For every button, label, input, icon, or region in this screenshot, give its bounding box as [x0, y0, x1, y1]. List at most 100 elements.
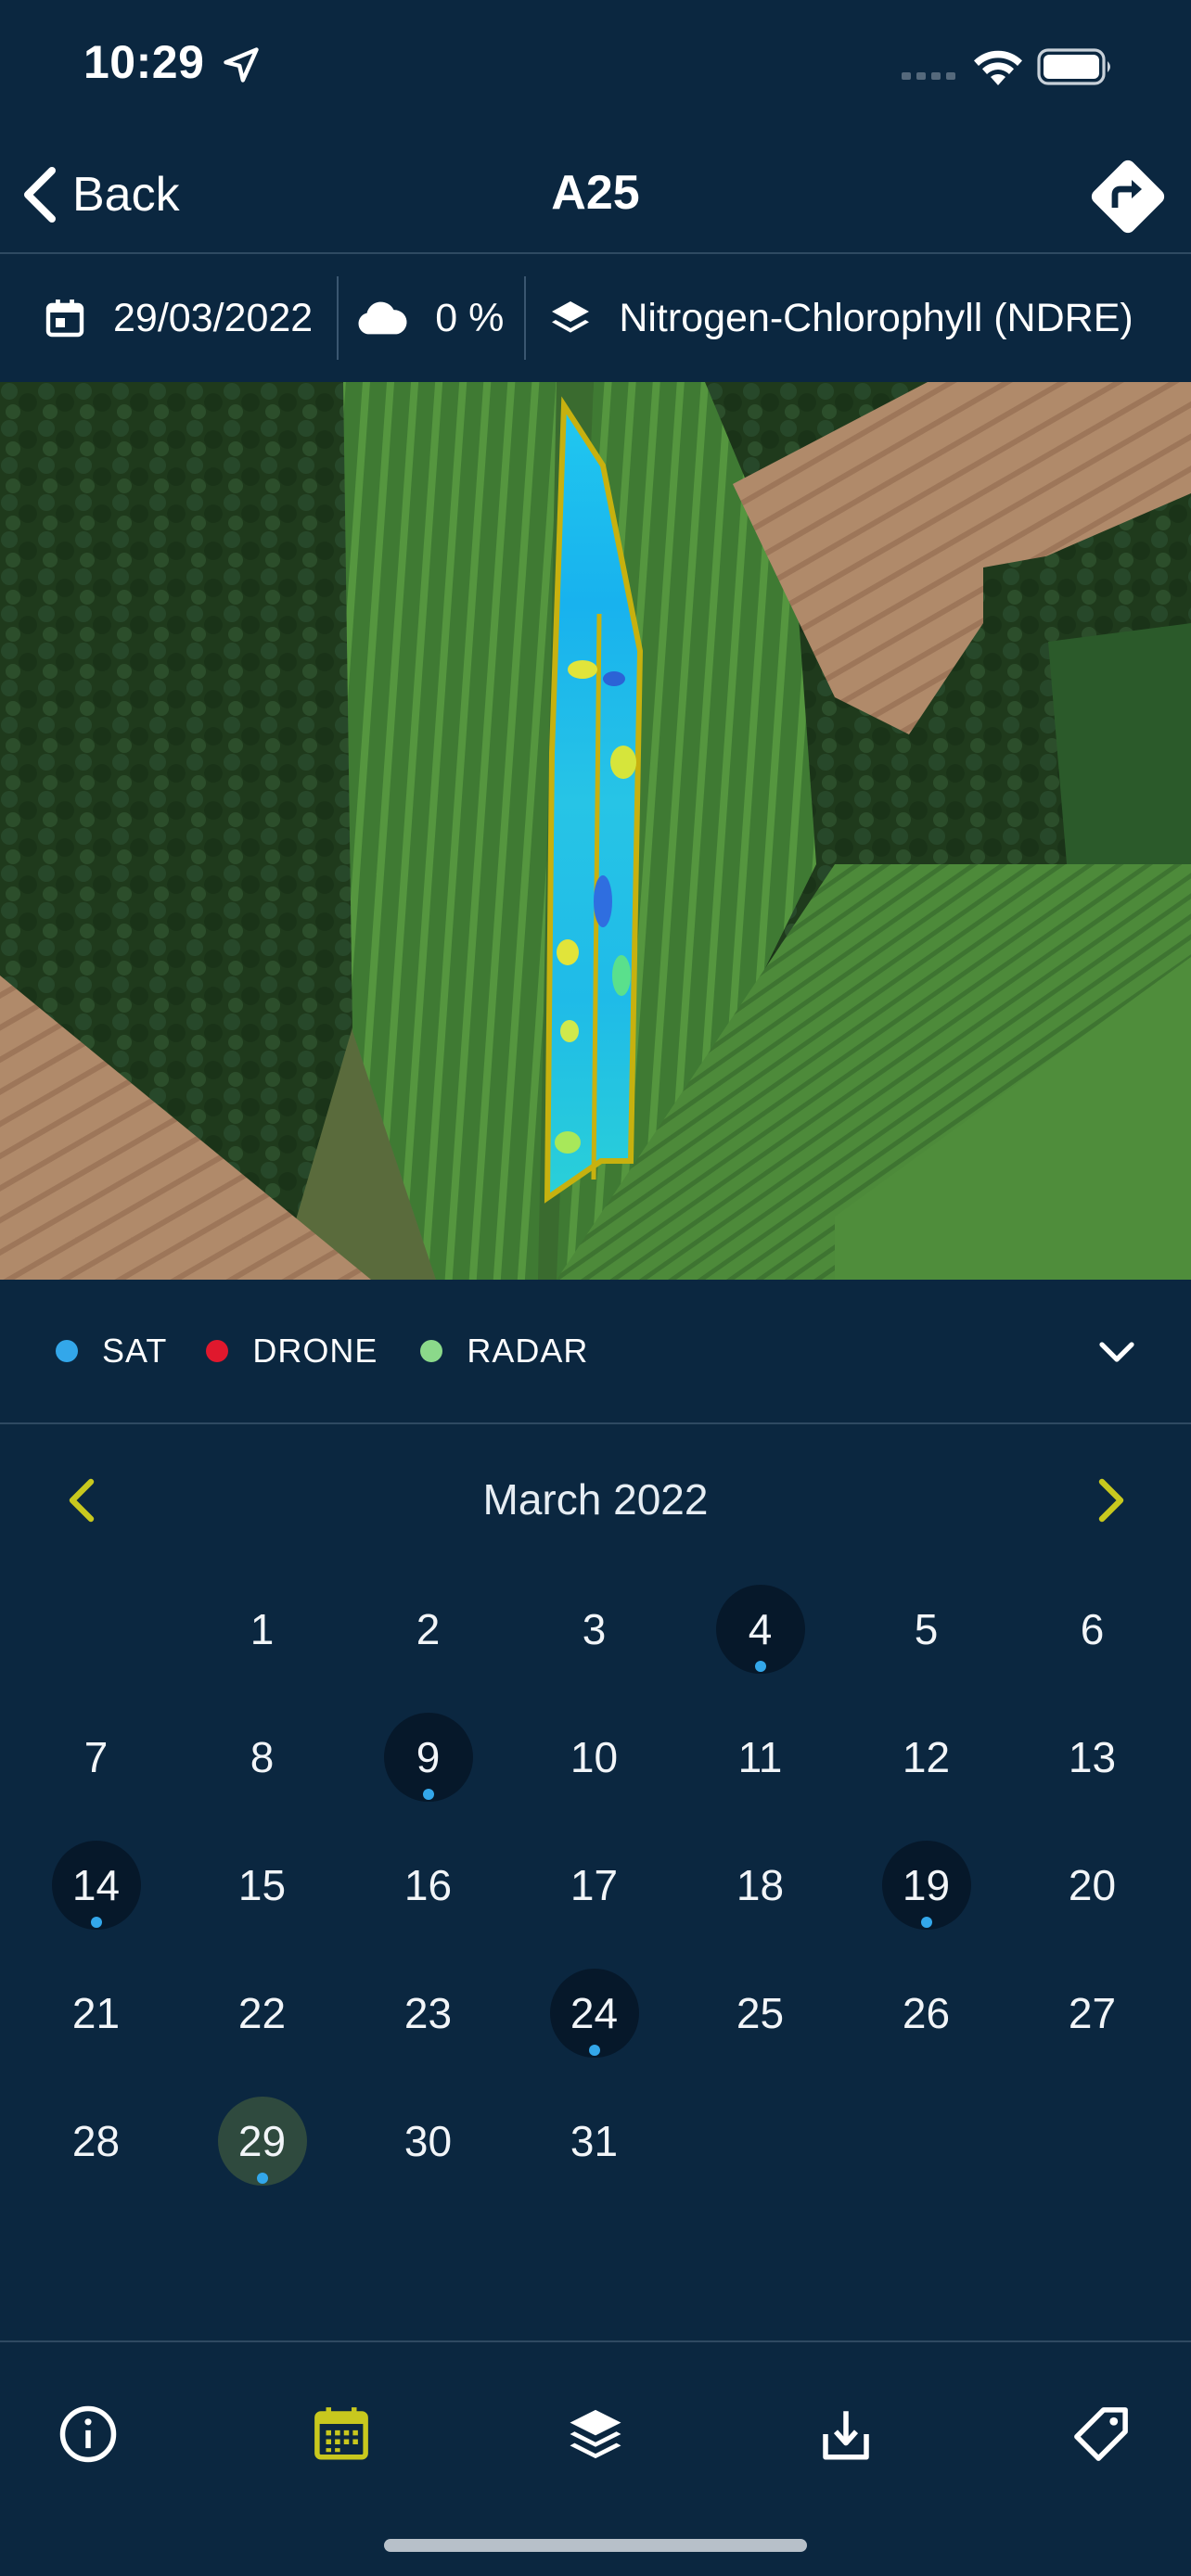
cloud-value: 0 % — [435, 295, 505, 340]
calendar-day[interactable]: 5 — [843, 1565, 1009, 1693]
sat-image-dot — [256, 2173, 268, 2184]
day-number: 9 — [416, 1733, 441, 1781]
calendar-day[interactable]: 3 — [511, 1565, 677, 1693]
calendar-day[interactable]: 7 — [13, 1693, 179, 1821]
calendar-day[interactable]: 2 — [345, 1565, 511, 1693]
source-legend: SAT DRONE RADAR — [0, 1280, 1191, 1424]
cloud-icon — [358, 301, 407, 335]
date-selector[interactable]: 29/03/2022 — [0, 254, 337, 382]
day-number: 30 — [403, 2117, 453, 2165]
chevron-right-icon[interactable] — [1087, 1476, 1132, 1524]
back-button[interactable]: Back — [19, 165, 180, 224]
day-number: 31 — [570, 2117, 619, 2165]
calendar-day[interactable]: 26 — [843, 1949, 1009, 2077]
day-number: 18 — [736, 1861, 785, 1909]
satellite-map-image — [0, 382, 1191, 1280]
image-info-strip: 29/03/2022 0 % Nitrogen-Chlorophyll (NDR… — [0, 254, 1191, 382]
day-number: 7 — [83, 1733, 109, 1781]
legend-dot-radar — [420, 1340, 443, 1362]
calendar-day[interactable]: 22 — [179, 1949, 345, 2077]
chevron-down-icon[interactable] — [1095, 1330, 1139, 1374]
day-number: 25 — [736, 1989, 785, 2037]
calendar-day-empty — [13, 1565, 179, 1693]
calendar-day[interactable]: 29 — [179, 2077, 345, 2205]
calendar-month-title: March 2022 — [482, 1475, 709, 1524]
day-number: 8 — [250, 1733, 275, 1781]
day-number: 20 — [1068, 1861, 1117, 1909]
sat-image-dot — [920, 1917, 932, 1928]
legend-radar: RADAR — [420, 1332, 588, 1371]
wifi-icon — [974, 50, 1022, 85]
calendar-icon — [314, 2407, 368, 2460]
day-number: 15 — [237, 1861, 287, 1909]
calendar-day[interactable]: 23 — [345, 1949, 511, 2077]
tab-layers[interactable] — [544, 2383, 647, 2485]
home-indicator — [384, 2539, 807, 2552]
day-number: 21 — [71, 1989, 121, 2037]
day-number: 3 — [582, 1605, 607, 1653]
day-number: 16 — [403, 1861, 453, 1909]
calendar-day[interactable]: 28 — [13, 2077, 179, 2205]
calendar-day[interactable]: 15 — [179, 1821, 345, 1949]
legend-dot-sat — [56, 1340, 78, 1362]
layers-icon — [552, 301, 590, 333]
calendar-day[interactable]: 25 — [677, 1949, 843, 2077]
day-number: 2 — [416, 1605, 441, 1653]
chevron-left-icon — [24, 167, 56, 223]
download-icon — [823, 2411, 869, 2460]
day-number: 11 — [737, 1733, 783, 1781]
sat-image-dot — [754, 1661, 766, 1672]
legend-label-drone: DRONE — [252, 1332, 378, 1370]
day-number: 6 — [1080, 1605, 1105, 1653]
tab-download[interactable] — [795, 2383, 897, 2485]
tab-info[interactable] — [37, 2383, 139, 2485]
layer-value: Nitrogen-Chlorophyll (NDRE) — [619, 295, 1133, 340]
calendar-day[interactable]: 19 — [843, 1821, 1009, 1949]
calendar-day[interactable]: 9 — [345, 1693, 511, 1821]
calendar-day[interactable]: 18 — [677, 1821, 843, 1949]
day-number: 28 — [71, 2117, 121, 2165]
calendar-day[interactable]: 6 — [1009, 1565, 1175, 1693]
calendar-day[interactable]: 14 — [13, 1821, 179, 1949]
legend-drone: DRONE — [206, 1332, 378, 1371]
calendar-day[interactable]: 12 — [843, 1693, 1009, 1821]
day-number: 23 — [403, 1989, 453, 2037]
layer-selector[interactable]: Nitrogen-Chlorophyll (NDRE) — [526, 254, 1133, 382]
legend-label-radar: RADAR — [467, 1332, 589, 1370]
calendar-day[interactable]: 16 — [345, 1821, 511, 1949]
sat-image-dot — [588, 2045, 600, 2056]
status-bar: 10:29 — [0, 0, 1191, 130]
calendar-grid: 1 2 3 4 5 6 7 8 9 10 11 12 13 14 15 16 17 18 19 20 21 22 23 24 2… — [13, 1565, 1178, 2205]
calendar-day[interactable]: 21 — [13, 1949, 179, 2077]
directions-icon[interactable] — [1087, 156, 1169, 237]
calendar-day[interactable]: 13 — [1009, 1693, 1175, 1821]
day-number: 26 — [902, 1989, 951, 2037]
calendar-day[interactable]: 30 — [345, 2077, 511, 2205]
calendar-day[interactable]: 24 — [511, 1949, 677, 2077]
day-number: 14 — [71, 1861, 121, 1909]
tab-calendar[interactable] — [290, 2383, 392, 2485]
day-number: 19 — [902, 1861, 951, 1909]
status-time: 10:29 — [83, 36, 205, 88]
calendar-day[interactable]: 4 — [677, 1565, 843, 1693]
calendar-day[interactable]: 1 — [179, 1565, 345, 1693]
back-label: Back — [72, 168, 180, 222]
calendar-day[interactable]: 17 — [511, 1821, 677, 1949]
day-number: 4 — [748, 1605, 773, 1653]
calendar-day[interactable]: 10 — [511, 1693, 677, 1821]
navigation-bar: Back A25 — [0, 130, 1191, 254]
cellular-signal-icon — [902, 72, 955, 80]
calendar-day[interactable]: 27 — [1009, 1949, 1175, 2077]
calendar-header: March 2022 — [0, 1463, 1191, 1537]
day-number: 17 — [570, 1861, 619, 1909]
field-map[interactable] — [0, 382, 1191, 1280]
date-value: 29/03/2022 — [113, 295, 314, 340]
day-number: 1 — [250, 1605, 275, 1653]
calendar-day[interactable]: 31 — [511, 2077, 677, 2205]
calendar-day[interactable]: 11 — [677, 1693, 843, 1821]
legend-dot-drone — [206, 1340, 229, 1362]
battery-icon — [1037, 48, 1110, 85]
tab-tag[interactable] — [1050, 2383, 1152, 2485]
calendar-day[interactable]: 8 — [179, 1693, 345, 1821]
calendar-day[interactable]: 20 — [1009, 1821, 1175, 1949]
